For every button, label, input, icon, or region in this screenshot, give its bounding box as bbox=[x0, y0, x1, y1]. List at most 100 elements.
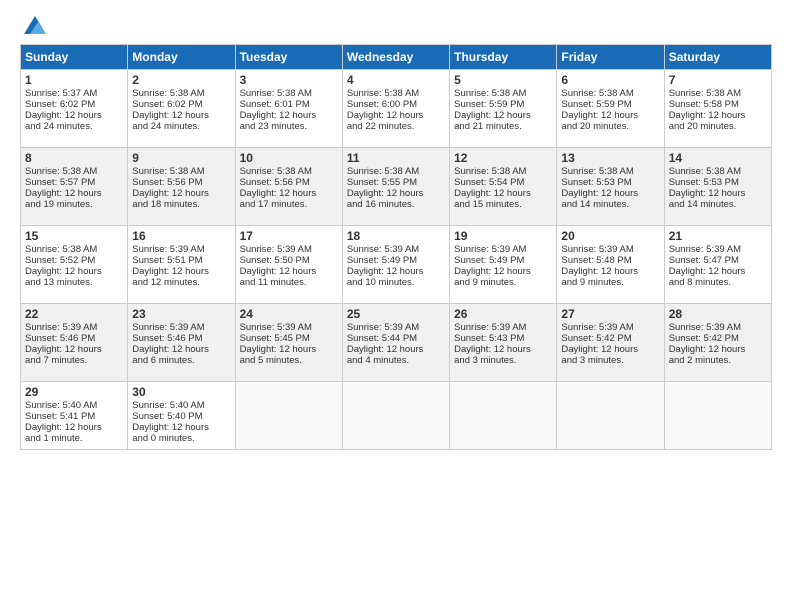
cell-content-line: and 1 minute. bbox=[25, 433, 123, 444]
weekday-header-wednesday: Wednesday bbox=[342, 45, 449, 70]
cell-content-line: and 9 minutes. bbox=[454, 277, 552, 288]
cell-content-line: Sunset: 6:01 PM bbox=[240, 99, 338, 110]
calendar-cell: 23Sunrise: 5:39 AMSunset: 5:46 PMDayligh… bbox=[128, 304, 235, 382]
day-number: 17 bbox=[240, 229, 338, 243]
calendar-cell: 1Sunrise: 5:37 AMSunset: 6:02 PMDaylight… bbox=[21, 70, 128, 148]
day-number: 29 bbox=[25, 385, 123, 399]
cell-content-line: Sunset: 5:41 PM bbox=[25, 411, 123, 422]
day-number: 21 bbox=[669, 229, 767, 243]
calendar-cell: 17Sunrise: 5:39 AMSunset: 5:50 PMDayligh… bbox=[235, 226, 342, 304]
day-number: 16 bbox=[132, 229, 230, 243]
calendar-cell: 21Sunrise: 5:39 AMSunset: 5:47 PMDayligh… bbox=[664, 226, 771, 304]
cell-content-line: and 19 minutes. bbox=[25, 199, 123, 210]
cell-content-line: Sunrise: 5:38 AM bbox=[25, 166, 123, 177]
day-number: 27 bbox=[561, 307, 659, 321]
cell-content-line: Daylight: 12 hours bbox=[669, 188, 767, 199]
cell-content-line: Sunset: 5:54 PM bbox=[454, 177, 552, 188]
cell-content-line: Sunset: 6:02 PM bbox=[132, 99, 230, 110]
cell-content-line: and 3 minutes. bbox=[561, 355, 659, 366]
cell-content-line: Daylight: 12 hours bbox=[132, 266, 230, 277]
cell-content-line: Sunrise: 5:39 AM bbox=[347, 244, 445, 255]
cell-content-line: and 24 minutes. bbox=[132, 121, 230, 132]
cell-content-line: Sunrise: 5:38 AM bbox=[669, 166, 767, 177]
cell-content-line: Sunrise: 5:38 AM bbox=[561, 166, 659, 177]
week-row-1: 1Sunrise: 5:37 AMSunset: 6:02 PMDaylight… bbox=[21, 70, 772, 148]
calendar-cell: 5Sunrise: 5:38 AMSunset: 5:59 PMDaylight… bbox=[450, 70, 557, 148]
cell-content-line: Daylight: 12 hours bbox=[25, 266, 123, 277]
cell-content-line: Daylight: 12 hours bbox=[669, 344, 767, 355]
cell-content-line: Daylight: 12 hours bbox=[561, 266, 659, 277]
calendar-cell: 2Sunrise: 5:38 AMSunset: 6:02 PMDaylight… bbox=[128, 70, 235, 148]
calendar-cell: 24Sunrise: 5:39 AMSunset: 5:45 PMDayligh… bbox=[235, 304, 342, 382]
calendar-cell bbox=[450, 382, 557, 450]
cell-content-line: Sunrise: 5:39 AM bbox=[347, 322, 445, 333]
cell-content-line: and 20 minutes. bbox=[669, 121, 767, 132]
cell-content-line: Sunset: 5:51 PM bbox=[132, 255, 230, 266]
day-number: 5 bbox=[454, 73, 552, 87]
cell-content-line: Sunrise: 5:38 AM bbox=[561, 88, 659, 99]
cell-content-line: Sunset: 5:49 PM bbox=[347, 255, 445, 266]
cell-content-line: and 4 minutes. bbox=[347, 355, 445, 366]
cell-content-line: and 18 minutes. bbox=[132, 199, 230, 210]
cell-content-line: Sunset: 6:00 PM bbox=[347, 99, 445, 110]
calendar-cell: 4Sunrise: 5:38 AMSunset: 6:00 PMDaylight… bbox=[342, 70, 449, 148]
cell-content-line: Sunrise: 5:40 AM bbox=[132, 400, 230, 411]
day-number: 14 bbox=[669, 151, 767, 165]
calendar-cell bbox=[664, 382, 771, 450]
calendar-cell: 14Sunrise: 5:38 AMSunset: 5:53 PMDayligh… bbox=[664, 148, 771, 226]
weekday-header-row: SundayMondayTuesdayWednesdayThursdayFrid… bbox=[21, 45, 772, 70]
cell-content-line: and 6 minutes. bbox=[132, 355, 230, 366]
cell-content-line: and 5 minutes. bbox=[240, 355, 338, 366]
calendar-cell: 26Sunrise: 5:39 AMSunset: 5:43 PMDayligh… bbox=[450, 304, 557, 382]
week-row-4: 22Sunrise: 5:39 AMSunset: 5:46 PMDayligh… bbox=[21, 304, 772, 382]
cell-content-line: Daylight: 12 hours bbox=[561, 344, 659, 355]
cell-content-line: Daylight: 12 hours bbox=[561, 110, 659, 121]
week-row-3: 15Sunrise: 5:38 AMSunset: 5:52 PMDayligh… bbox=[21, 226, 772, 304]
cell-content-line: Daylight: 12 hours bbox=[454, 188, 552, 199]
day-number: 8 bbox=[25, 151, 123, 165]
calendar-cell: 11Sunrise: 5:38 AMSunset: 5:55 PMDayligh… bbox=[342, 148, 449, 226]
day-number: 3 bbox=[240, 73, 338, 87]
cell-content-line: Sunset: 5:50 PM bbox=[240, 255, 338, 266]
weekday-header-sunday: Sunday bbox=[21, 45, 128, 70]
cell-content-line: Sunrise: 5:39 AM bbox=[132, 244, 230, 255]
day-number: 24 bbox=[240, 307, 338, 321]
calendar-page: SundayMondayTuesdayWednesdayThursdayFrid… bbox=[0, 0, 792, 612]
calendar-cell: 9Sunrise: 5:38 AMSunset: 5:56 PMDaylight… bbox=[128, 148, 235, 226]
cell-content-line: Sunset: 5:56 PM bbox=[132, 177, 230, 188]
cell-content-line: Daylight: 12 hours bbox=[25, 422, 123, 433]
logo bbox=[20, 16, 48, 34]
calendar-cell: 19Sunrise: 5:39 AMSunset: 5:49 PMDayligh… bbox=[450, 226, 557, 304]
cell-content-line: Sunrise: 5:38 AM bbox=[347, 88, 445, 99]
calendar-cell: 29Sunrise: 5:40 AMSunset: 5:41 PMDayligh… bbox=[21, 382, 128, 450]
cell-content-line: Daylight: 12 hours bbox=[454, 266, 552, 277]
calendar-cell bbox=[235, 382, 342, 450]
cell-content-line: Sunrise: 5:39 AM bbox=[669, 244, 767, 255]
cell-content-line: Sunrise: 5:38 AM bbox=[132, 166, 230, 177]
cell-content-line: Daylight: 12 hours bbox=[132, 344, 230, 355]
day-number: 12 bbox=[454, 151, 552, 165]
calendar-cell: 7Sunrise: 5:38 AMSunset: 5:58 PMDaylight… bbox=[664, 70, 771, 148]
cell-content-line: Daylight: 12 hours bbox=[132, 422, 230, 433]
cell-content-line: Sunset: 5:40 PM bbox=[132, 411, 230, 422]
cell-content-line: Daylight: 12 hours bbox=[561, 188, 659, 199]
cell-content-line: Sunset: 5:49 PM bbox=[454, 255, 552, 266]
cell-content-line: Sunrise: 5:39 AM bbox=[454, 244, 552, 255]
cell-content-line: Sunset: 5:58 PM bbox=[669, 99, 767, 110]
day-number: 22 bbox=[25, 307, 123, 321]
day-number: 6 bbox=[561, 73, 659, 87]
calendar-cell bbox=[557, 382, 664, 450]
cell-content-line: Daylight: 12 hours bbox=[347, 110, 445, 121]
logo-icon bbox=[24, 16, 46, 34]
calendar-cell bbox=[342, 382, 449, 450]
cell-content-line: and 24 minutes. bbox=[25, 121, 123, 132]
cell-content-line: and 3 minutes. bbox=[454, 355, 552, 366]
calendar-cell: 20Sunrise: 5:39 AMSunset: 5:48 PMDayligh… bbox=[557, 226, 664, 304]
cell-content-line: Sunrise: 5:38 AM bbox=[25, 244, 123, 255]
day-number: 26 bbox=[454, 307, 552, 321]
cell-content-line: Sunset: 5:43 PM bbox=[454, 333, 552, 344]
weekday-header-friday: Friday bbox=[557, 45, 664, 70]
calendar-cell: 27Sunrise: 5:39 AMSunset: 5:42 PMDayligh… bbox=[557, 304, 664, 382]
cell-content-line: and 16 minutes. bbox=[347, 199, 445, 210]
cell-content-line: and 2 minutes. bbox=[669, 355, 767, 366]
